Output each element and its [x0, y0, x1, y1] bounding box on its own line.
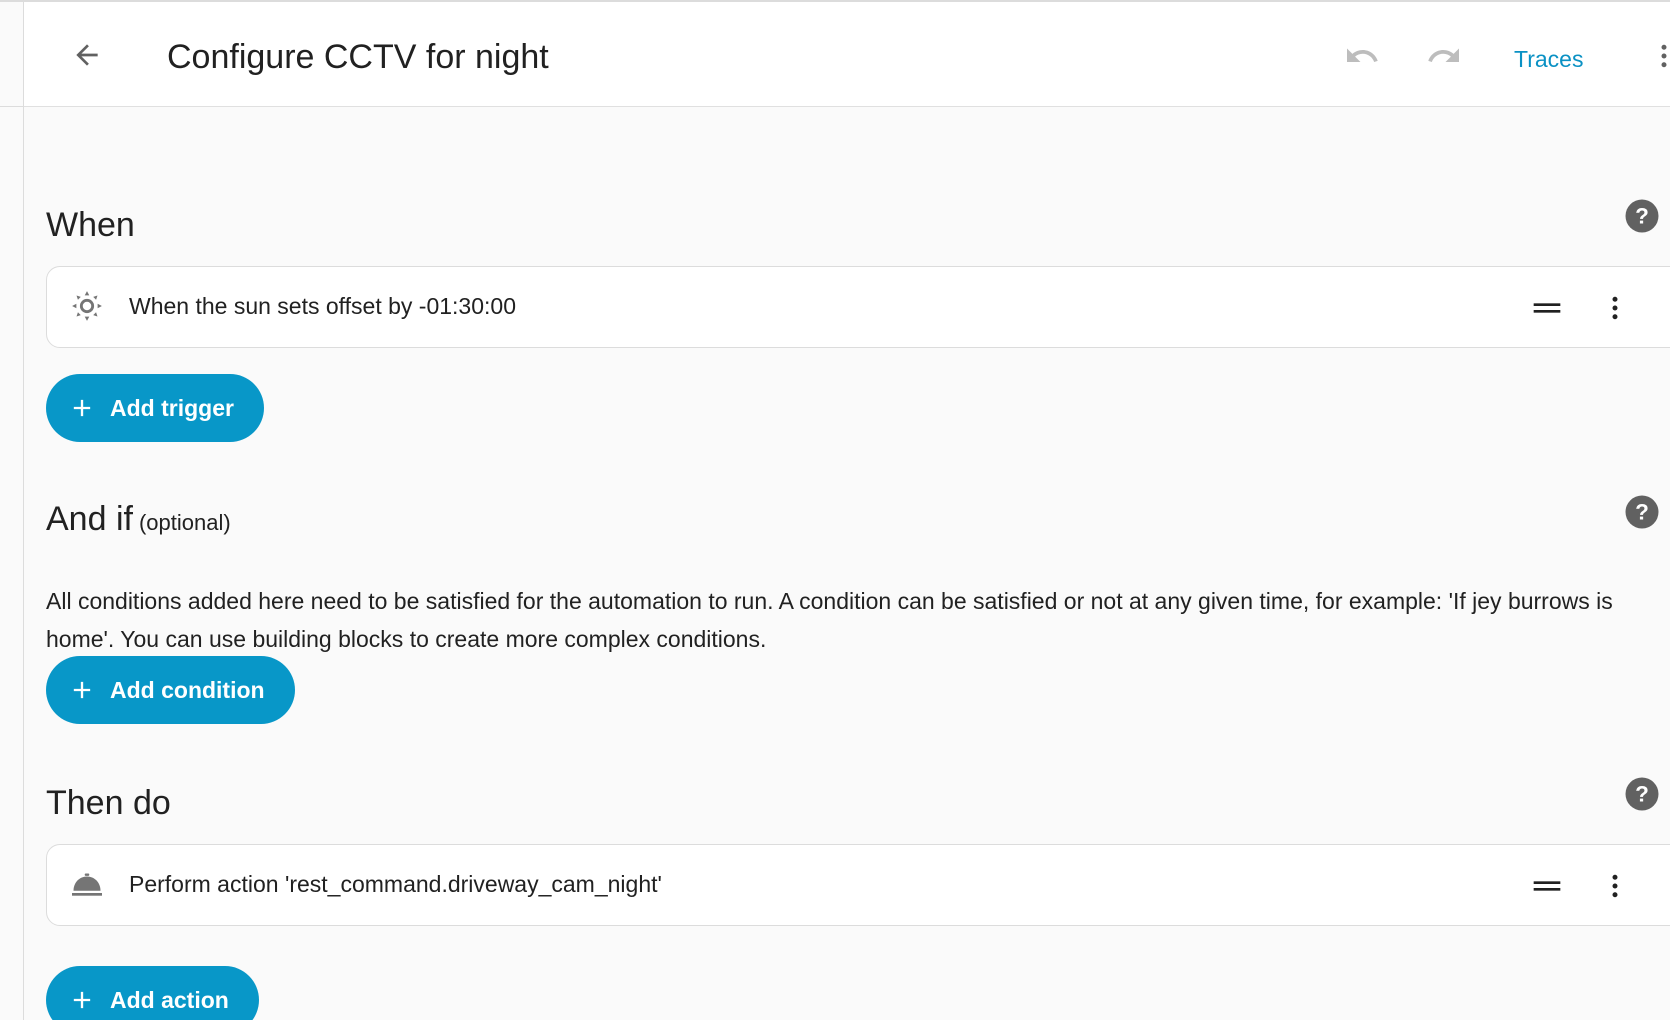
- trigger-more-button[interactable]: [1595, 288, 1635, 328]
- arrow-left-icon: [76, 44, 98, 66]
- triggers-heading: When: [46, 206, 135, 244]
- room-service-icon: [67, 864, 107, 904]
- trigger-description: When the sun sets offset by -01:30:00: [129, 293, 516, 319]
- plus-icon: [68, 676, 96, 704]
- plus-icon: [68, 394, 96, 422]
- drag-handle-icon[interactable]: [1527, 866, 1567, 906]
- svg-text:?: ?: [1635, 204, 1649, 229]
- action-description: Perform action 'rest_command.driveway_ca…: [129, 871, 662, 897]
- add-action-button[interactable]: Add action: [46, 966, 259, 1020]
- redo-icon: [1428, 48, 1459, 62]
- action-more-button[interactable]: [1595, 866, 1635, 906]
- svg-text:?: ?: [1635, 782, 1649, 807]
- add-condition-label: Add condition: [110, 676, 265, 703]
- more-menu-button[interactable]: [1644, 36, 1670, 76]
- page-title: Configure CCTV for night: [167, 38, 549, 76]
- add-trigger-button[interactable]: Add trigger: [46, 374, 264, 442]
- help-icon[interactable]: ?: [1624, 198, 1660, 234]
- sidebar-divider-stub: [0, 106, 24, 107]
- trigger-card[interactable]: When the sun sets offset by -01:30:00: [46, 266, 1670, 348]
- plus-icon: [68, 986, 96, 1014]
- drag-handle-icon[interactable]: [1527, 288, 1567, 328]
- traces-button[interactable]: Traces: [1514, 46, 1583, 73]
- add-action-label: Add action: [110, 986, 229, 1013]
- sidebar-divider: [23, 0, 24, 1020]
- automation-editor: Configure CCTV for night Traces When ? W…: [0, 0, 1670, 1020]
- action-card[interactable]: Perform action 'rest_command.driveway_ca…: [46, 844, 1670, 926]
- dots-vertical-icon: [1661, 44, 1667, 68]
- undo-icon: [1347, 48, 1378, 62]
- add-condition-button[interactable]: Add condition: [46, 656, 295, 724]
- svg-text:?: ?: [1635, 500, 1649, 525]
- undo-button[interactable]: [1342, 36, 1382, 76]
- back-button[interactable]: [64, 32, 110, 78]
- actions-heading: Then do: [46, 784, 171, 822]
- sun-icon: [67, 286, 107, 326]
- toolbar: Configure CCTV for night Traces: [24, 2, 1670, 107]
- help-icon[interactable]: ?: [1624, 494, 1660, 530]
- add-trigger-label: Add trigger: [110, 394, 234, 421]
- conditions-heading-text: And if: [46, 500, 133, 538]
- redo-button[interactable]: [1424, 36, 1464, 76]
- dots-vertical-icon: [1612, 874, 1618, 898]
- dots-vertical-icon: [1612, 296, 1618, 320]
- optional-label: (optional): [138, 510, 231, 535]
- conditions-description: All conditions added here need to be sat…: [46, 588, 1613, 652]
- conditions-heading: And if (optional): [46, 500, 231, 539]
- help-icon[interactable]: ?: [1624, 776, 1660, 812]
